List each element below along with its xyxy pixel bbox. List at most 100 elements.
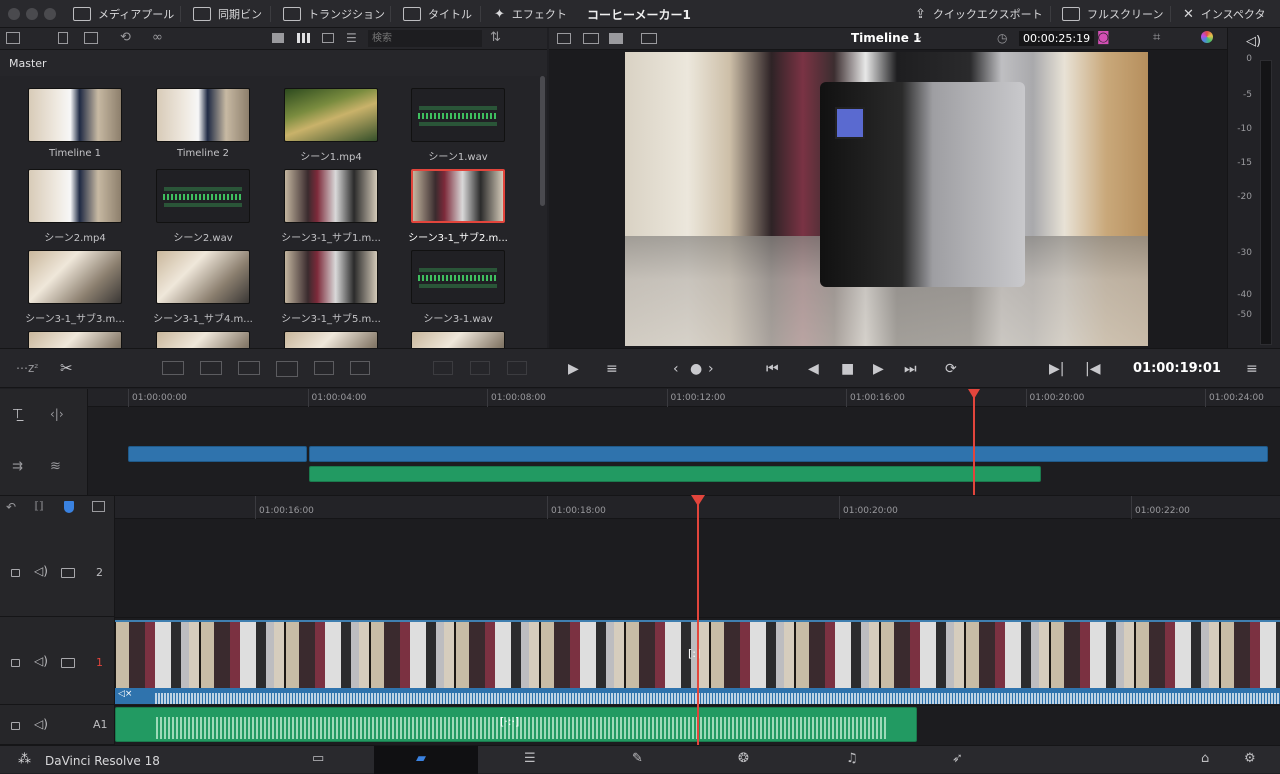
source-icon[interactable] [557, 33, 571, 44]
window-minimize-button[interactable] [26, 8, 38, 20]
deliver-page-icon[interactable]: ➶ [952, 751, 963, 766]
speaker-icon[interactable]: ◁) [34, 654, 48, 668]
link-clip-icon[interactable]: [·:·] [500, 715, 519, 728]
media-pool-clip[interactable]: シーン3-1.wav [403, 250, 513, 325]
viewer-play-mode-icon[interactable]: ▶︎ [568, 361, 579, 377]
scissors-icon[interactable]: ✂ [60, 359, 73, 377]
lock-icon[interactable] [11, 569, 20, 577]
jog-dot-icon[interactable]: ● [690, 361, 702, 377]
video-clip[interactable] [309, 446, 1268, 462]
video-thumbnail[interactable] [284, 331, 378, 348]
media-pool-clip[interactable]: シーン3-1_サブ4.m... [148, 250, 258, 325]
folder-icon[interactable] [84, 32, 98, 44]
media-pool-clip[interactable]: シーン3-1_サブ3.m... [20, 250, 130, 325]
search-input[interactable] [368, 30, 482, 47]
lower-playhead[interactable] [697, 495, 699, 745]
speaker-icon[interactable]: ◁) [1246, 34, 1261, 49]
play-reverse-icon[interactable]: ◀ [808, 361, 819, 377]
link-icon[interactable]: ∞ [152, 30, 163, 45]
media-pool-clip[interactable]: Timeline 2 [148, 88, 258, 159]
media-pool-clip[interactable]: シーン3-1_サブ5.m... [276, 250, 386, 325]
track-height-icon[interactable] [92, 501, 105, 512]
media-pool-clip[interactable]: シーン3-1_サブ2.m... [403, 169, 513, 244]
media-page-icon[interactable]: ▭ [312, 751, 324, 766]
trim-icon[interactable]: ⊤̲ [12, 407, 23, 422]
cut-page-icon[interactable]: ▰ [416, 751, 426, 766]
play-icon[interactable]: ▶ [873, 361, 884, 377]
media-pool-scrollbar[interactable] [540, 76, 545, 206]
strip-view-icon[interactable] [322, 33, 334, 43]
next-edit-icon[interactable]: ▶| [1049, 361, 1064, 377]
audio-track-icon[interactable]: ≋ [50, 459, 61, 474]
list-view-icon[interactable]: ☰ [346, 31, 357, 45]
inspector-button[interactable]: ✕ インスペクタ [1183, 0, 1265, 28]
viewer-mode-icon[interactable] [609, 33, 623, 44]
lock-icon[interactable] [11, 722, 20, 730]
upper-playhead[interactable] [973, 389, 975, 495]
video-thumbnail[interactable] [411, 331, 505, 348]
sidebar-toggle-icon[interactable] [6, 32, 20, 44]
waveform-icon[interactable]: ⟦⟧ [34, 501, 44, 512]
refresh-icon[interactable]: ⟲ [120, 30, 131, 45]
ripple-overwrite-icon[interactable] [238, 361, 260, 375]
lock-icon[interactable] [11, 659, 20, 667]
place-on-top-icon[interactable] [314, 361, 334, 375]
media-pool-button[interactable]: メディアプール [73, 0, 174, 28]
skip-to-end-icon[interactable]: ⏭ [904, 361, 917, 377]
loop-icon[interactable]: ⟳ [945, 361, 957, 377]
chevron-down-icon[interactable]: ⌄ [915, 31, 923, 42]
snap-icon[interactable]: ⋯zᶻ [16, 361, 39, 375]
thumbnail-view-icon[interactable] [297, 33, 311, 43]
monitor-icon[interactable] [61, 658, 75, 668]
media-pool-clip[interactable]: シーン1.mp4 [276, 88, 386, 163]
timeline-selector[interactable]: Timeline 1 [851, 31, 921, 45]
speaker-icon[interactable]: ◁) [34, 717, 48, 731]
skip-to-start-icon[interactable]: ⏮ [766, 361, 779, 377]
color-page-icon[interactable]: ❂ [738, 751, 749, 766]
sliders-icon[interactable]: ≡ [606, 361, 618, 377]
sort-icon[interactable]: ⇅ [490, 30, 501, 45]
speaker-icon[interactable]: ◁) [34, 564, 48, 578]
jog-left-icon[interactable]: ‹ [673, 361, 679, 377]
smart-insert-icon[interactable] [162, 361, 184, 375]
video-thumbnail[interactable] [156, 331, 250, 348]
jog-right-icon[interactable]: › [708, 361, 714, 377]
color-icon[interactable] [1201, 31, 1213, 43]
media-pool-clip[interactable]: シーン2.wav [148, 169, 258, 244]
upper-ruler[interactable]: 01:00:00:00 01:00:04:00 01:00:08:00 01:00:1… [88, 389, 1280, 407]
audio-clip[interactable] [309, 466, 1041, 482]
source-overwrite-icon[interactable] [350, 361, 370, 375]
transition-button[interactable]: トランジション [283, 0, 385, 28]
close-up-icon[interactable] [276, 361, 298, 377]
camera-icon[interactable]: ◙ [1097, 30, 1110, 45]
transform-icon[interactable]: ⌗ [1153, 30, 1160, 45]
settings-gear-icon[interactable]: ⚙ [1244, 751, 1256, 766]
monitor-icon[interactable] [61, 568, 75, 578]
window-close-button[interactable] [8, 8, 20, 20]
fairlight-page-icon[interactable]: ♫ [846, 751, 858, 766]
video-thumbnail[interactable] [28, 331, 122, 348]
media-pool-clip[interactable]: シーン1.wav [403, 88, 513, 163]
range-icon[interactable]: ‹|› [50, 407, 64, 421]
fullscreen-button[interactable]: フルスクリーン [1062, 0, 1163, 28]
media-pool-clip[interactable]: シーン2.mp4 [20, 169, 130, 244]
new-bin-icon[interactable] [58, 32, 68, 44]
undo-icon[interactable]: ↶ [6, 500, 16, 514]
stop-icon[interactable]: ■ [841, 361, 854, 377]
lift-icon[interactable]: ⇉ [12, 459, 23, 474]
prev-edit-icon[interactable]: |◀ [1085, 361, 1100, 377]
marker-flag-icon[interactable] [64, 501, 74, 513]
safe-area-icon[interactable] [641, 33, 657, 44]
quick-export-button[interactable]: ⇪ クイックエクスポート [915, 0, 1043, 28]
append-icon[interactable] [200, 361, 222, 375]
fusion-page-icon[interactable]: ✎ [632, 751, 643, 766]
title-button[interactable]: タイトル [403, 0, 472, 28]
video-clip[interactable] [128, 446, 307, 462]
menu-icon[interactable]: ≡ [1246, 361, 1258, 377]
sync-bin-button[interactable]: 同期ビン [193, 0, 262, 28]
media-pool-clip[interactable]: シーン3-1_サブ1.m... [276, 169, 386, 244]
media-pool-clip[interactable]: Timeline 1 [20, 88, 130, 159]
effect-button[interactable]: ✦ エフェクト [494, 0, 567, 28]
metadata-view-icon[interactable] [272, 33, 284, 43]
home-icon[interactable]: ⌂ [1201, 751, 1209, 766]
